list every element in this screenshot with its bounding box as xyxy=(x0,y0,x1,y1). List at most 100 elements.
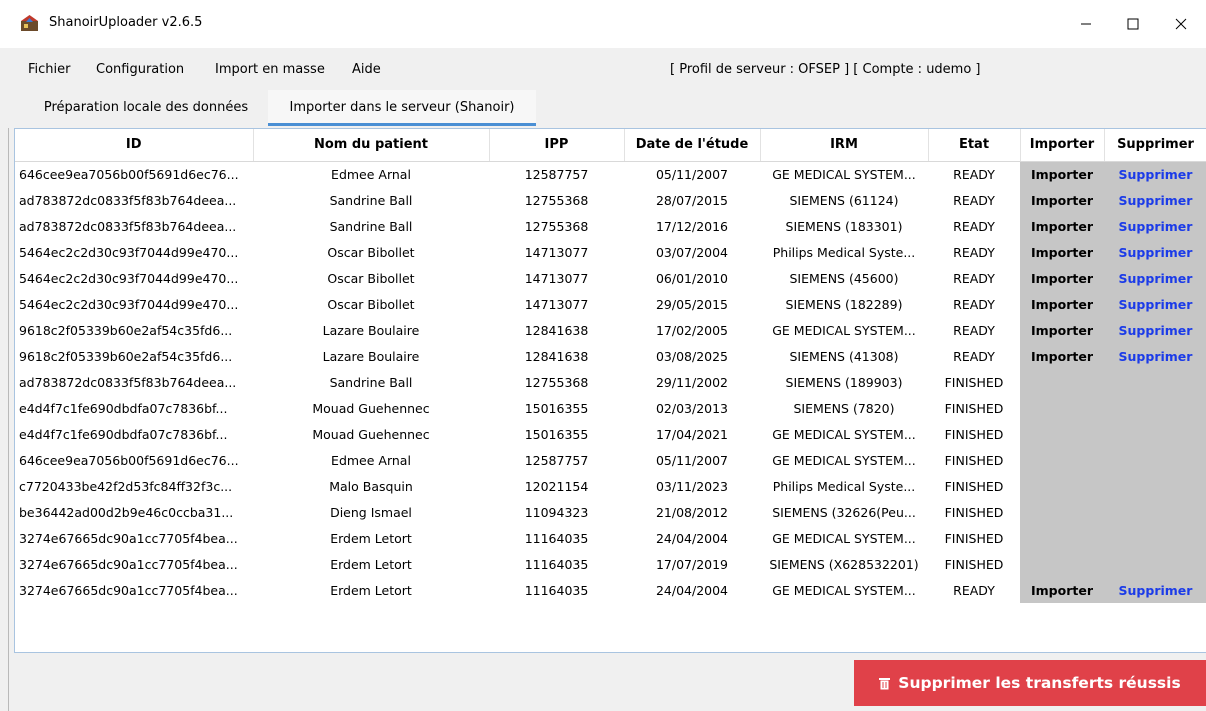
cell-patient-name: Oscar Bibollet xyxy=(327,296,415,312)
cell-patient-name: Malo Basquin xyxy=(329,478,413,494)
cell-study-date: 28/07/2015 xyxy=(655,192,729,208)
tab-bar: Préparation locale des données Importer … xyxy=(10,90,1206,126)
delete-cell-empty xyxy=(1104,447,1206,473)
cell-study-date: 24/04/2004 xyxy=(655,582,729,598)
cell-state: READY xyxy=(953,244,995,260)
cell-id: ad783872dc0833f5f83b764deea... xyxy=(19,218,237,234)
delete-successful-transfers-button[interactable]: Supprimer les transferts réussis xyxy=(854,660,1206,706)
left-border xyxy=(8,128,9,711)
cell-id: 9618c2f05339b60e2af54c35fd6... xyxy=(19,348,233,364)
delete-cell-empty xyxy=(1104,551,1206,577)
tab-import-server[interactable]: Importer dans le serveur (Shanoir) xyxy=(268,90,536,126)
cell-state: FINISHED xyxy=(944,556,1004,572)
cell-irm: SIEMENS (183301) xyxy=(785,218,903,234)
cell-state: FINISHED xyxy=(944,374,1004,390)
table-row[interactable]: ad783872dc0833f5f83b764deea... Sandrine B… xyxy=(15,187,1206,213)
menu-import-en-masse[interactable]: Import en masse xyxy=(215,62,325,77)
table-row[interactable]: ad783872dc0833f5f83b764deea... Sandrine B… xyxy=(15,369,1206,395)
table-row[interactable]: e4d4f7c1fe690dbdfa07c7836bf... Mouad Gueh… xyxy=(15,395,1206,421)
delete-button[interactable]: Supprimer xyxy=(1104,317,1206,343)
import-cell-empty xyxy=(1020,551,1104,577)
import-cell-empty xyxy=(1020,395,1104,421)
cell-study-date: 05/11/2007 xyxy=(655,166,729,182)
import-button[interactable]: Importer xyxy=(1020,239,1104,265)
delete-button[interactable]: Supprimer xyxy=(1104,187,1206,213)
cell-ipp: 14713077 xyxy=(524,270,589,286)
table-row[interactable]: 3274e67665dc90a1cc7705f4bea... Erdem Leto… xyxy=(15,577,1206,603)
cell-patient-name: Lazare Boulaire xyxy=(322,348,420,364)
cell-patient-name: Dieng Ismael xyxy=(330,504,412,520)
import-button[interactable]: Importer xyxy=(1020,161,1104,187)
cell-id: be36442ad00d2b9e46c0ccba31... xyxy=(19,504,234,520)
cell-study-date: 29/11/2002 xyxy=(655,374,729,390)
column-header-ipp[interactable]: IPP xyxy=(489,129,625,162)
menu-bar: Fichier Configuration Import en masse Ai… xyxy=(10,55,1206,85)
table-row[interactable]: 646cee9ea7056b00f5691d6ec76... Edmee Arna… xyxy=(15,447,1206,473)
cell-study-date: 21/08/2012 xyxy=(655,504,729,520)
table-row[interactable]: 5464ec2c2d30c93f7044d99e470... Oscar Bibo… xyxy=(15,265,1206,291)
close-icon xyxy=(1175,18,1187,30)
cell-state: FINISHED xyxy=(944,400,1004,416)
cell-id: ad783872dc0833f5f83b764deea... xyxy=(19,374,237,390)
table-row[interactable]: e4d4f7c1fe690dbdfa07c7836bf... Mouad Gueh… xyxy=(15,421,1206,447)
table-row[interactable]: 5464ec2c2d30c93f7044d99e470... Oscar Bibo… xyxy=(15,291,1206,317)
column-header-state[interactable]: Etat xyxy=(928,129,1021,162)
import-button[interactable]: Importer xyxy=(1020,577,1104,603)
cell-ipp: 12755368 xyxy=(524,374,589,390)
delete-button[interactable]: Supprimer xyxy=(1104,291,1206,317)
cell-state: READY xyxy=(953,218,995,234)
table-row[interactable]: ad783872dc0833f5f83b764deea... Sandrine B… xyxy=(15,213,1206,239)
import-button[interactable]: Importer xyxy=(1020,265,1104,291)
delete-cell-empty xyxy=(1104,473,1206,499)
menu-aide[interactable]: Aide xyxy=(352,62,381,77)
import-button[interactable]: Importer xyxy=(1020,343,1104,369)
delete-button[interactable]: Supprimer xyxy=(1104,265,1206,291)
table-row[interactable]: c7720433be42f2d53fc84ff32f3c... Malo Basq… xyxy=(15,473,1206,499)
menu-fichier[interactable]: Fichier xyxy=(28,62,71,77)
cell-ipp: 11164035 xyxy=(524,530,589,546)
delete-button[interactable]: Supprimer xyxy=(1104,343,1206,369)
column-header-delete[interactable]: Supprimer xyxy=(1104,129,1206,162)
delete-button[interactable]: Supprimer xyxy=(1104,239,1206,265)
cell-irm: Philips Medical Syste... xyxy=(772,478,916,494)
table-row[interactable]: 5464ec2c2d30c93f7044d99e470... Oscar Bibo… xyxy=(15,239,1206,265)
table-row[interactable]: 9618c2f05339b60e2af54c35fd6... Lazare Bou… xyxy=(15,343,1206,369)
column-header-study-date[interactable]: Date de l'étude xyxy=(624,129,761,162)
close-button[interactable] xyxy=(1158,0,1204,48)
import-button[interactable]: Importer xyxy=(1020,291,1104,317)
column-header-irm[interactable]: IRM xyxy=(760,129,929,162)
cell-irm: GE MEDICAL SYSTEM... xyxy=(772,582,916,598)
column-header-import[interactable]: Importer xyxy=(1020,129,1105,162)
column-header-patient-name[interactable]: Nom du patient xyxy=(253,129,490,162)
table-row[interactable]: be36442ad00d2b9e46c0ccba31... Dieng Ismae… xyxy=(15,499,1206,525)
delete-button[interactable]: Supprimer xyxy=(1104,577,1206,603)
import-button[interactable]: Importer xyxy=(1020,317,1104,343)
cell-id: 5464ec2c2d30c93f7044d99e470... xyxy=(19,244,239,260)
transfers-table-container[interactable]: ID Nom du patient IPP Date de l'étude IR… xyxy=(14,128,1206,653)
cell-irm: GE MEDICAL SYSTEM... xyxy=(772,426,916,442)
maximize-button[interactable] xyxy=(1110,0,1156,48)
import-button[interactable]: Importer xyxy=(1020,213,1104,239)
cell-patient-name: Edmee Arnal xyxy=(331,452,411,468)
cell-state: FINISHED xyxy=(944,504,1004,520)
cell-study-date: 03/07/2004 xyxy=(655,244,729,260)
import-button[interactable]: Importer xyxy=(1020,187,1104,213)
cell-study-date: 17/02/2005 xyxy=(655,322,729,338)
minimize-button[interactable] xyxy=(1063,0,1109,48)
tab-local-preparation[interactable]: Préparation locale des données xyxy=(24,90,268,126)
cell-ipp: 12755368 xyxy=(524,192,589,208)
menu-configuration[interactable]: Configuration xyxy=(96,62,184,77)
cell-id: e4d4f7c1fe690dbdfa07c7836bf... xyxy=(19,426,228,442)
import-cell-empty xyxy=(1020,525,1104,551)
cell-patient-name: Sandrine Ball xyxy=(329,218,413,234)
delete-button[interactable]: Supprimer xyxy=(1104,161,1206,187)
cell-ipp: 11164035 xyxy=(524,582,589,598)
table-row[interactable]: 646cee9ea7056b00f5691d6ec76... Edmee Arna… xyxy=(15,161,1206,187)
column-header-id[interactable]: ID xyxy=(15,129,254,162)
table-row[interactable]: 3274e67665dc90a1cc7705f4bea... Erdem Leto… xyxy=(15,551,1206,577)
table-row[interactable]: 9618c2f05339b60e2af54c35fd6... Lazare Bou… xyxy=(15,317,1206,343)
table-row[interactable]: 3274e67665dc90a1cc7705f4bea... Erdem Leto… xyxy=(15,525,1206,551)
delete-cell-empty xyxy=(1104,525,1206,551)
cell-state: FINISHED xyxy=(944,478,1004,494)
delete-button[interactable]: Supprimer xyxy=(1104,213,1206,239)
